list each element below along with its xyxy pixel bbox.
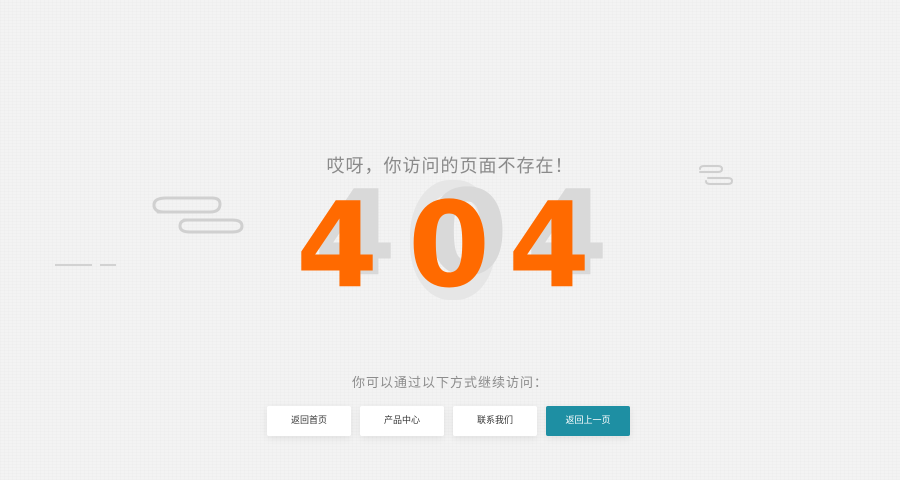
navigation-prompt: 你可以通过以下方式继续访问： — [351, 376, 548, 391]
error-digit: 4 — [295, 176, 379, 314]
error-digit: 4 — [507, 176, 591, 314]
left-cloud-icon — [152, 196, 244, 234]
back-button[interactable]: 返回上一页 — [546, 406, 630, 436]
left-dash-icon — [55, 264, 116, 266]
contact-button[interactable]: 联系我们 — [453, 406, 537, 436]
error-404-graphic: 4 0 4 4 0 4 — [280, 168, 620, 314]
products-button[interactable]: 产品中心 — [360, 406, 444, 436]
navigation-buttons: 返回首页 产品中心 联系我们 返回上一页 — [267, 406, 630, 436]
error-digit: 0 — [407, 176, 491, 314]
home-button[interactable]: 返回首页 — [267, 406, 351, 436]
